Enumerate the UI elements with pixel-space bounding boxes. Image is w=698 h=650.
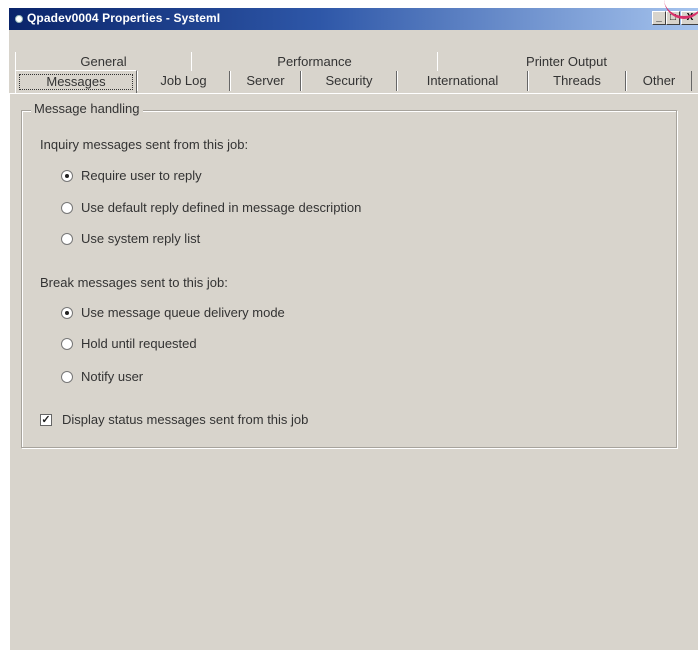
tab-performance[interactable]: Performance xyxy=(191,52,437,72)
system-reply-list-label[interactable]: Use system reply list xyxy=(81,231,200,246)
tab-other[interactable]: Other xyxy=(626,71,692,91)
tab-security[interactable]: Security xyxy=(301,71,397,91)
tab-threads[interactable]: Threads xyxy=(528,71,626,91)
tab-international[interactable]: International xyxy=(397,71,528,91)
default-reply-radio[interactable] xyxy=(61,202,73,214)
title-bar[interactable]: Qpadev0004 Properties - SystemI _ □ X xyxy=(9,8,698,30)
minimize-button[interactable]: _ xyxy=(652,11,666,25)
message-queue-delivery-label[interactable]: Use message queue delivery mode xyxy=(81,305,285,320)
break-messages-label: Break messages sent to this job: xyxy=(40,275,228,290)
tab-job-log[interactable]: Job Log xyxy=(137,71,230,91)
inquiry-messages-label: Inquiry messages sent from this job: xyxy=(40,137,249,152)
tab-printer-output[interactable]: Printer Output xyxy=(437,52,695,72)
notify-user-label[interactable]: Notify user xyxy=(81,369,143,384)
system-reply-list-radio[interactable] xyxy=(61,233,73,245)
tab-messages[interactable]: Messages xyxy=(15,70,137,94)
message-handling-title: Message handling xyxy=(31,101,143,116)
default-reply-label[interactable]: Use default reply defined in message des… xyxy=(81,200,361,215)
display-status-label[interactable]: Display status messages sent from this j… xyxy=(62,412,308,427)
window-title: Qpadev0004 Properties - SystemI xyxy=(27,11,221,25)
notify-user-radio[interactable] xyxy=(61,371,73,383)
hold-until-requested-radio[interactable] xyxy=(61,338,73,350)
hold-until-requested-label[interactable]: Hold until requested xyxy=(81,336,197,351)
tab-server[interactable]: Server xyxy=(230,71,301,91)
require-user-reply-label[interactable]: Require user to reply xyxy=(81,168,202,183)
tab-focus-ring xyxy=(19,74,133,90)
display-status-checkbox[interactable]: ✓ xyxy=(40,414,52,426)
window-menu-icon[interactable] xyxy=(15,15,23,23)
message-queue-delivery-radio[interactable] xyxy=(61,307,73,319)
require-user-reply-radio[interactable] xyxy=(61,170,73,182)
tab-general[interactable]: General xyxy=(15,52,191,72)
